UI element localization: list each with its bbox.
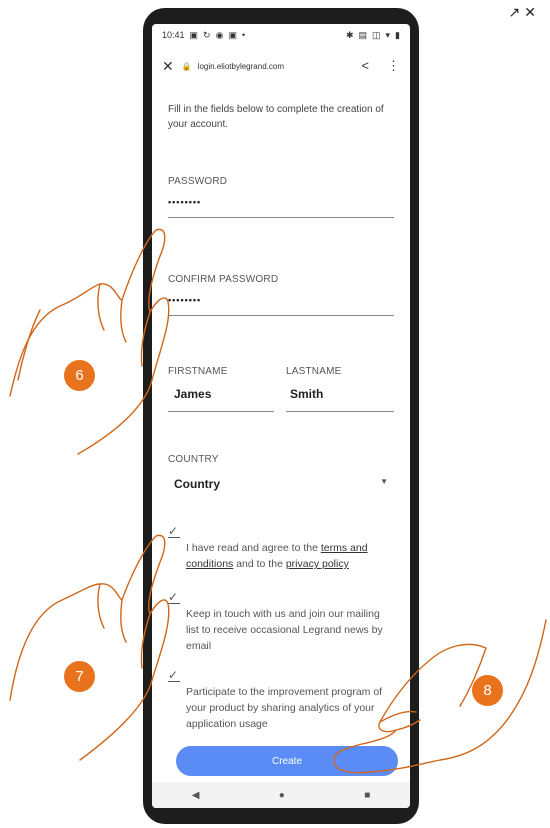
step-badge-6: 6 xyxy=(64,360,95,391)
hand-pointer-7-icon xyxy=(9,534,170,761)
hand-pointer-6-icon xyxy=(9,228,170,455)
hand-illustrations xyxy=(9,228,547,774)
step-badge-8: 8 xyxy=(472,675,503,706)
hand-pointer-8-icon xyxy=(333,619,547,774)
step-badge-7: 7 xyxy=(64,661,95,692)
